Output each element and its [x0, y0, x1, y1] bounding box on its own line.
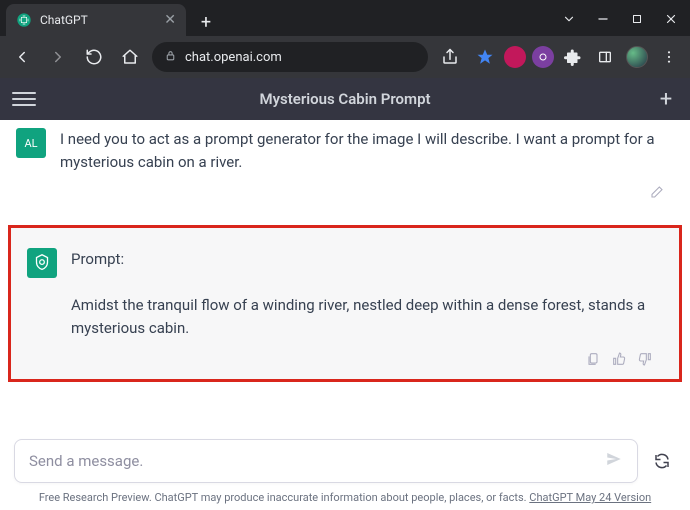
- assistant-message: Prompt: Amidst the tranquil flow of a wi…: [11, 228, 679, 347]
- profile-avatar-icon[interactable]: [624, 44, 650, 70]
- thumbs-up-icon[interactable]: [611, 351, 627, 371]
- forward-button[interactable]: [44, 43, 72, 71]
- app-header: Mysterious Cabin Prompt +: [0, 78, 690, 120]
- thumbs-down-icon[interactable]: [637, 351, 653, 371]
- message-input-placeholder: Send a message.: [29, 452, 143, 470]
- tab-close-icon[interactable]: ✕: [164, 12, 176, 28]
- assistant-message-text: Amidst the tranquil flow of a winding ri…: [71, 294, 659, 341]
- window-maximize-button[interactable]: [624, 8, 650, 30]
- bookmark-star-icon[interactable]: [472, 44, 498, 70]
- user-message-actions: [0, 181, 690, 213]
- url-text: chat.openai.com: [185, 50, 282, 65]
- user-message: AL I need you to act as a prompt generat…: [0, 120, 690, 181]
- assistant-heading: Prompt:: [71, 248, 659, 271]
- extension-pink-icon[interactable]: [504, 46, 526, 68]
- message-input[interactable]: Send a message.: [14, 439, 638, 483]
- composer-area: Send a message.: [0, 429, 690, 487]
- tab-search-icon[interactable]: [556, 8, 582, 30]
- extension-purple-icon[interactable]: [532, 46, 554, 68]
- tab-strip: ChatGPT ✕ +: [0, 0, 550, 36]
- chatgpt-favicon-icon: [16, 12, 32, 28]
- titlebar: ChatGPT ✕ +: [0, 0, 690, 36]
- extensions-puzzle-icon[interactable]: [560, 44, 586, 70]
- browser-menu-icon[interactable]: [656, 44, 682, 70]
- assistant-avatar: [27, 248, 57, 278]
- highlight-box: Prompt: Amidst the tranquil flow of a wi…: [8, 225, 682, 382]
- copy-icon[interactable]: [585, 351, 601, 371]
- new-tab-button[interactable]: +: [192, 8, 220, 36]
- back-button[interactable]: [8, 43, 36, 71]
- footer-text: Free Research Preview. ChatGPT may produ…: [39, 491, 529, 504]
- tab-title: ChatGPT: [40, 13, 88, 27]
- window-controls: [550, 8, 690, 36]
- assistant-message-actions: [11, 347, 679, 379]
- footer-version-link[interactable]: ChatGPT May 24 Version: [529, 491, 651, 504]
- window-minimize-button[interactable]: [590, 8, 616, 30]
- reload-button[interactable]: [80, 43, 108, 71]
- lock-icon: [164, 49, 177, 66]
- home-button[interactable]: [116, 43, 144, 71]
- page-title: Mysterious Cabin Prompt: [36, 90, 654, 108]
- browser-tab[interactable]: ChatGPT ✕: [6, 4, 186, 36]
- conversation: AL I need you to act as a prompt generat…: [0, 120, 690, 429]
- edit-icon[interactable]: [648, 185, 664, 205]
- toolbar-icons: [472, 44, 682, 70]
- browser-window: ChatGPT ✕ +: [0, 0, 690, 510]
- assistant-message-body: Prompt: Amidst the tranquil flow of a wi…: [71, 246, 659, 341]
- share-icon[interactable]: [436, 43, 464, 71]
- new-chat-button[interactable]: +: [654, 87, 678, 111]
- user-message-text: I need you to act as a prompt generator …: [60, 126, 670, 175]
- regenerate-button[interactable]: [648, 447, 676, 475]
- user-avatar: AL: [16, 128, 46, 158]
- window-close-button[interactable]: [658, 8, 684, 30]
- browser-toolbar: chat.openai.com: [0, 36, 690, 78]
- side-panel-icon[interactable]: [592, 44, 618, 70]
- send-button[interactable]: [605, 450, 623, 472]
- address-bar[interactable]: chat.openai.com: [152, 42, 428, 72]
- sidebar-toggle-button[interactable]: [12, 87, 36, 111]
- footer: Free Research Preview. ChatGPT may produ…: [0, 487, 690, 510]
